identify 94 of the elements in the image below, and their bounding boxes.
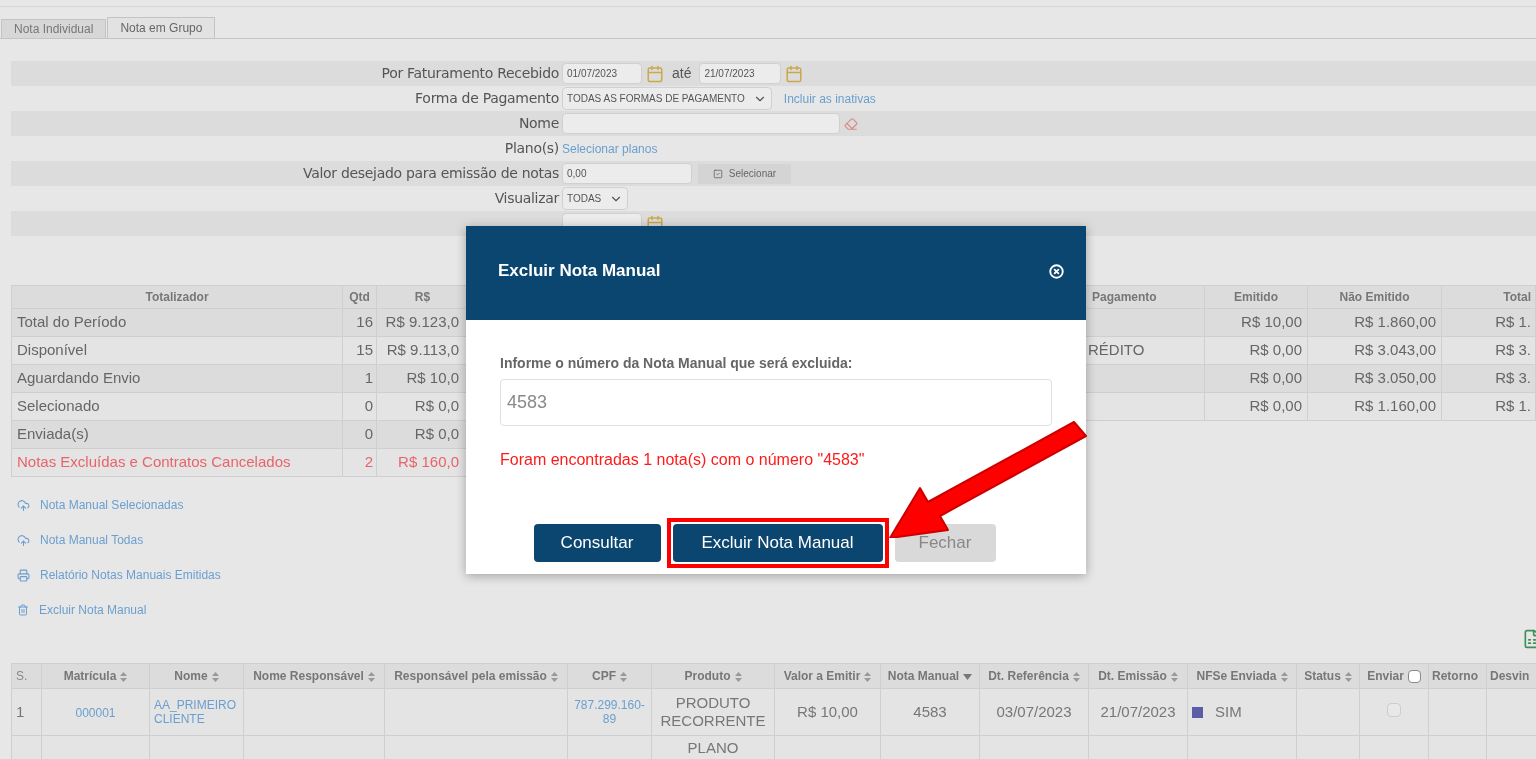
column-header[interactable]: CPF: [592, 669, 616, 683]
sort-icon: [367, 671, 375, 682]
table-cell: 15: [342, 336, 377, 365]
sort-icon: [1280, 671, 1288, 682]
column-header: Retorno: [1432, 669, 1478, 683]
dialog-button[interactable]: Excluir Nota Manual: [672, 524, 883, 562]
table-cell: 2: [342, 448, 377, 477]
eraser-icon[interactable]: [844, 116, 858, 131]
sort-icon: [734, 671, 742, 682]
select-button[interactable]: Selecionar: [698, 163, 791, 184]
sort-icon: [864, 671, 872, 682]
table-cell: R$ 3.050,00: [1354, 369, 1436, 387]
table-cell: R$ 0,00: [1249, 369, 1302, 387]
checkbox[interactable]: [1407, 670, 1421, 684]
range-separator: até: [672, 64, 692, 83]
table-cell: R$ 3.: [1495, 341, 1531, 359]
sort-icon: [550, 671, 558, 682]
table-cell: R$ 3.043,00: [1354, 341, 1436, 359]
filter-label: Forma de Pagamento: [414, 89, 560, 108]
table-cell: 1: [16, 702, 25, 720]
table-cell: Total do Período: [11, 308, 343, 337]
sort-down-icon: [963, 673, 973, 680]
action-link[interactable]: Relatório Notas Manuais Emitidas: [40, 566, 221, 584]
table-cell: Disponível: [11, 336, 343, 365]
sort-icon: [1072, 671, 1080, 682]
filter-label: Por Faturamento Recebido: [380, 64, 560, 83]
result-message: Foram encontradas 1 nota(s) com o número "4583": [500, 450, 866, 470]
action-link[interactable]: Excluir Nota Manual: [39, 601, 147, 619]
dialog-button[interactable]: Consultar: [533, 524, 661, 562]
select-field[interactable]: TODAS AS FORMAS DE PAGAMENTO: [562, 87, 772, 110]
field-label: Informe o número da Nota Manual que será excluida:: [500, 354, 854, 373]
table-cell-text: SIM: [1215, 701, 1242, 722]
column-header: Enviar: [1367, 669, 1404, 683]
table-cell: R$ 3.: [1495, 369, 1531, 387]
table-cell: 1: [342, 364, 377, 393]
dialog-title: Excluir Nota Manual: [498, 260, 661, 283]
select-plans-link[interactable]: Selecionar planos: [562, 139, 658, 158]
tab[interactable]: Nota em Grupo: [107, 17, 216, 38]
table-cell: 16: [342, 308, 377, 337]
filter-label: Nome: [517, 114, 560, 133]
table-cell: R$ 0,00: [1249, 341, 1302, 359]
table-cell: R$ 1.: [1495, 313, 1531, 331]
tab[interactable]: Nota Individual: [1, 19, 107, 38]
column-header: Total: [1441, 285, 1536, 309]
table-cell: Notas Excluídas e Contratos Cancelados: [11, 448, 343, 477]
trash-icon: [17, 604, 29, 616]
table-cell: RÉDITO: [1088, 341, 1145, 359]
date-field[interactable]: 21/07/2023: [699, 63, 782, 84]
cloud-upload-icon: [17, 533, 30, 547]
date-field[interactable]: 01/07/2023: [562, 63, 642, 84]
cloud-upload-icon: [17, 498, 30, 512]
table-cell: 0: [342, 420, 377, 449]
table-cell: 03/07/2023: [996, 703, 1072, 720]
sort-icon: [120, 671, 128, 682]
column-header: Totalizador: [11, 285, 343, 309]
action-link[interactable]: Nota Manual Todas: [40, 531, 144, 549]
sort-icon: [211, 671, 219, 682]
column-header: Emitido: [1204, 285, 1308, 309]
note-number-field[interactable]: 4583: [500, 379, 1052, 426]
select-field[interactable]: TODAS: [562, 187, 629, 210]
spreadsheet-icon[interactable]: [1522, 629, 1536, 649]
column-header: Não Emitido: [1307, 285, 1442, 309]
table-cell: R$ 0,00: [1249, 397, 1302, 415]
printer-icon: [17, 568, 30, 582]
table-cell: Aguardando Envio: [11, 364, 343, 393]
enrollment-link[interactable]: 000001: [75, 706, 116, 720]
sort-icon: [1170, 671, 1178, 682]
table-cell: R$ 1.160,00: [1354, 397, 1436, 415]
amount-field[interactable]: 0,00: [562, 163, 692, 184]
table-cell: R$ 1.860,00: [1354, 313, 1436, 331]
close-icon[interactable]: [1049, 263, 1064, 279]
check-icon: [712, 168, 723, 179]
table-cell: 0: [342, 392, 377, 421]
filter-label: Valor desejado para emissão de notas: [301, 164, 560, 183]
checkbox[interactable]: [1387, 703, 1401, 717]
table-cell: Selecionado: [11, 392, 343, 421]
table-cell: 21/07/2023: [1100, 703, 1176, 720]
table-cell: R$ 1.: [1495, 397, 1531, 415]
column-header: S.: [16, 669, 28, 683]
column-header: Desvin: [1490, 669, 1530, 683]
table-cell: Enviada(s): [11, 420, 343, 449]
name-field[interactable]: [562, 113, 840, 134]
table-cell: R$ 10,00: [797, 703, 858, 720]
sort-icon: [1344, 671, 1352, 682]
action-link[interactable]: Nota Manual Selecionadas: [40, 496, 184, 514]
table-cell: R$ 10,00: [1241, 313, 1302, 331]
filter-label: Visualizar: [493, 189, 561, 208]
column-header[interactable]: Nome: [174, 669, 208, 683]
sort-icon: [620, 671, 627, 682]
column-header: Qtd: [342, 285, 377, 309]
table-cell: 4583: [913, 703, 947, 720]
table-cell: PLANO: [687, 739, 739, 756]
filter-label: Plano(s): [503, 139, 560, 158]
table-cell-text: PRODUTO RECORRENTE: [659, 694, 767, 730]
